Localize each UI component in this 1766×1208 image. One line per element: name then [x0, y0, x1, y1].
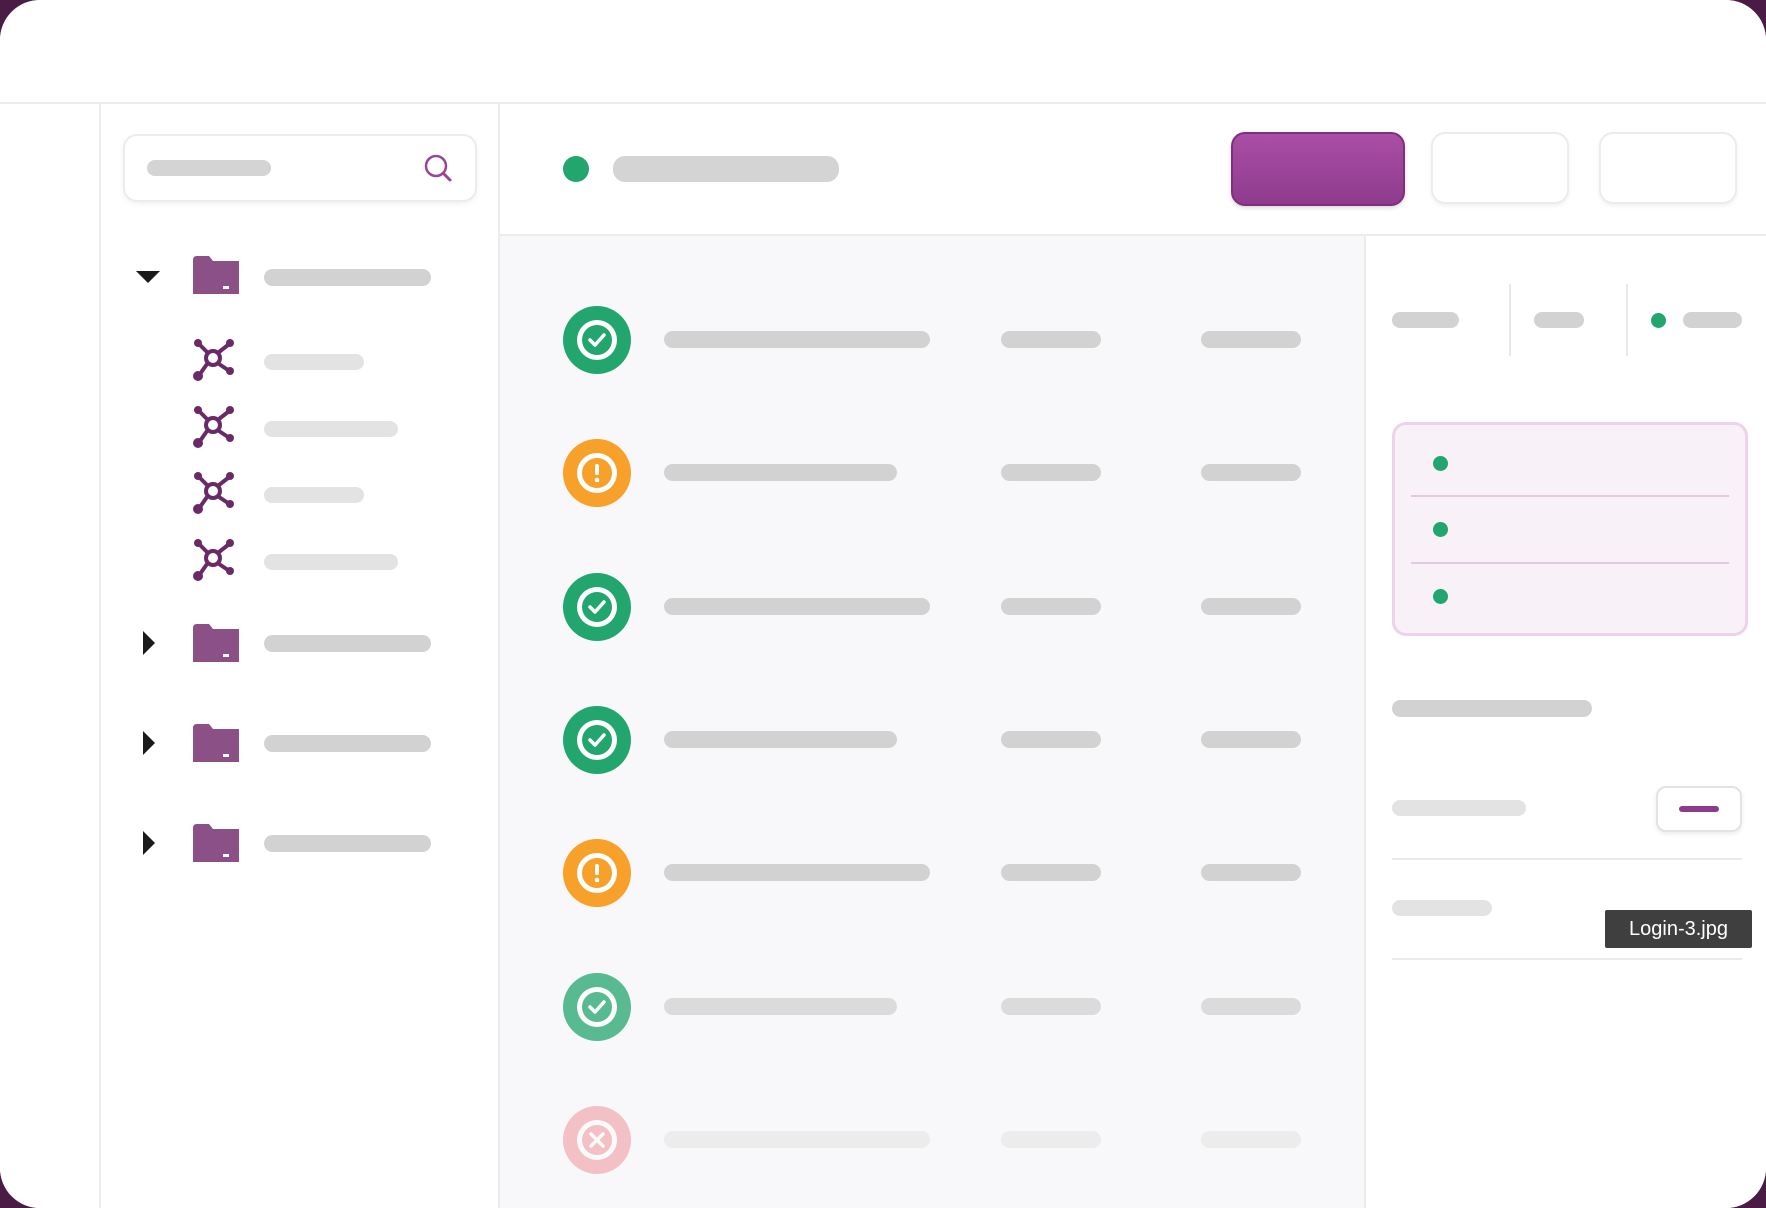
list-item[interactable] — [500, 1096, 1364, 1186]
item-name-placeholder — [664, 998, 897, 1015]
folder-icon — [193, 256, 239, 294]
item-meta-placeholder — [1201, 731, 1301, 748]
field-label-placeholder — [1392, 800, 1526, 816]
details-panel — [1366, 236, 1766, 1208]
item-meta-placeholder — [1201, 598, 1301, 615]
network-node-icon — [193, 339, 234, 381]
folder-label-placeholder — [264, 835, 431, 852]
search-icon[interactable] — [423, 153, 453, 183]
tree-item-1[interactable] — [101, 334, 491, 390]
status-dot — [1433, 456, 1448, 471]
chevron-right-icon[interactable] — [133, 728, 163, 758]
item-name-placeholder — [664, 864, 930, 881]
list-item[interactable] — [500, 829, 1364, 919]
chevron-right-icon[interactable] — [133, 828, 163, 858]
list-item[interactable] — [500, 963, 1364, 1053]
item-meta-placeholder — [1001, 598, 1101, 615]
sidebar — [101, 104, 500, 1208]
error-circle-icon — [563, 1106, 631, 1174]
toggle-button[interactable] — [1656, 786, 1742, 832]
section-title-placeholder — [1392, 700, 1592, 717]
item-meta-placeholder — [1001, 731, 1101, 748]
search-input[interactable] — [147, 160, 271, 176]
card-divider — [1411, 562, 1729, 564]
item-meta-placeholder — [1201, 998, 1301, 1015]
tree-item-4[interactable] — [101, 534, 491, 590]
chevron-down-icon[interactable] — [133, 262, 163, 292]
network-node-icon — [193, 472, 234, 514]
app-window: Login-3.jpg — [0, 0, 1766, 1208]
tab-divider — [1509, 284, 1511, 356]
item-label-placeholder — [264, 421, 398, 437]
item-meta-placeholder — [1201, 464, 1301, 481]
minus-icon — [1679, 806, 1719, 812]
folder-icon — [193, 624, 239, 662]
network-node-icon — [193, 539, 234, 581]
tab-placeholder[interactable] — [1683, 312, 1742, 328]
primary-action-button[interactable] — [1231, 132, 1405, 206]
item-meta-placeholder — [1201, 1131, 1301, 1148]
item-name-placeholder — [664, 598, 930, 615]
icon-rail — [0, 104, 101, 1208]
tab-placeholder[interactable] — [1534, 312, 1584, 328]
tab-divider — [1626, 284, 1628, 356]
folder-icon — [193, 724, 239, 762]
tertiary-action-button[interactable] — [1599, 132, 1737, 204]
list-item[interactable] — [500, 696, 1364, 786]
tab-placeholder[interactable] — [1392, 312, 1459, 328]
tree-folder-4[interactable] — [101, 818, 491, 868]
status-dot — [1433, 522, 1448, 537]
divider — [1392, 958, 1742, 960]
item-meta-placeholder — [1201, 864, 1301, 881]
item-name-placeholder — [664, 464, 897, 481]
check-circle-icon — [563, 573, 631, 641]
list-item[interactable] — [500, 429, 1364, 519]
results-list — [500, 236, 1366, 1208]
item-name-placeholder — [664, 731, 897, 748]
item-meta-placeholder — [1001, 998, 1101, 1015]
card-divider — [1411, 495, 1729, 497]
tree-folder-2[interactable] — [101, 618, 491, 668]
item-meta-placeholder — [1001, 464, 1101, 481]
list-item[interactable] — [500, 563, 1364, 653]
network-node-icon — [193, 406, 234, 448]
folder-label-placeholder — [264, 269, 431, 286]
page-title-placeholder — [613, 156, 839, 182]
item-meta-placeholder — [1001, 331, 1101, 348]
warning-circle-icon — [563, 439, 631, 507]
info-card — [1392, 422, 1748, 636]
search-box[interactable] — [123, 134, 477, 202]
field-label-placeholder — [1392, 900, 1492, 916]
tree-folder-3[interactable] — [101, 718, 491, 768]
folder-label-placeholder — [264, 735, 431, 752]
tooltip: Login-3.jpg — [1605, 910, 1752, 948]
item-name-placeholder — [664, 331, 930, 348]
item-meta-placeholder — [1001, 864, 1101, 881]
main-header — [500, 104, 1766, 236]
item-meta-placeholder — [1001, 1131, 1101, 1148]
item-label-placeholder — [264, 354, 364, 370]
divider — [1392, 858, 1742, 860]
status-dot — [1433, 589, 1448, 604]
secondary-action-button[interactable] — [1431, 132, 1569, 204]
check-circle-icon — [563, 706, 631, 774]
folder-icon — [193, 824, 239, 862]
tree-folder-1[interactable] — [101, 252, 491, 302]
chevron-right-icon[interactable] — [133, 628, 163, 658]
folder-label-placeholder — [264, 635, 431, 652]
check-circle-icon — [563, 973, 631, 1041]
item-name-placeholder — [664, 1131, 930, 1148]
warning-circle-icon — [563, 839, 631, 907]
tree-item-2[interactable] — [101, 401, 491, 457]
list-item[interactable] — [500, 296, 1364, 386]
title-bar — [0, 0, 1766, 104]
item-label-placeholder — [264, 487, 364, 503]
item-label-placeholder — [264, 554, 398, 570]
status-dot — [1651, 313, 1666, 328]
status-indicator — [563, 156, 589, 182]
item-meta-placeholder — [1201, 331, 1301, 348]
check-circle-icon — [563, 306, 631, 374]
tree-item-3[interactable] — [101, 467, 491, 523]
